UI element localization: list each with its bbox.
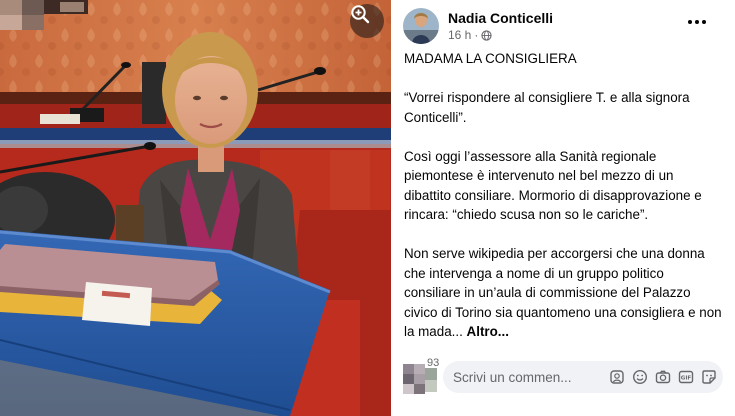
svg-text:GIF: GIF xyxy=(681,376,692,382)
commenter-avatar[interactable]: 93 xyxy=(403,357,440,394)
post-panel: Nadia Conticelli 16 h · MADAMA LA CONSIG… xyxy=(391,0,735,416)
post-paragraph: “Vorrei rispondere al consigliere T. e a… xyxy=(404,90,690,125)
comment-input[interactable]: Scrivi un commen... GIF xyxy=(443,361,723,393)
comment-count: 93 xyxy=(427,357,440,369)
post-paragraph: Così oggi l’assessore alla Sanità region… xyxy=(404,148,702,223)
post-photo[interactable] xyxy=(0,0,391,416)
post-paragraph: Non serve wikipedia per accorgersi che u… xyxy=(404,244,724,342)
author-name[interactable]: Nadia Conticelli xyxy=(448,10,553,26)
see-more-link[interactable]: Altro... xyxy=(467,324,509,339)
post-paragraph-text: Non serve wikipedia per accorgersi che u… xyxy=(404,246,722,339)
author-avatar[interactable] xyxy=(403,8,439,44)
sticker-icon[interactable] xyxy=(701,369,717,385)
post-header: Nadia Conticelli 16 h · xyxy=(403,6,723,46)
zoom-in-button[interactable] xyxy=(350,4,384,38)
council-room-photo xyxy=(0,0,391,416)
comment-placeholder: Scrivi un commen... xyxy=(453,369,572,385)
gif-icon[interactable]: GIF xyxy=(678,369,694,385)
blurred-avatar xyxy=(0,0,88,30)
post-meta: 16 h · xyxy=(448,28,553,42)
meta-separator: · xyxy=(474,28,479,42)
emoji-icon[interactable] xyxy=(632,369,648,385)
post-text: MADAMA LA CONSIGLIERA “Vorrei rispondere… xyxy=(404,49,724,361)
comment-tools: GIF xyxy=(609,369,717,385)
comment-composer: 93 Scrivi un commen... GIF xyxy=(403,357,723,394)
more-options-icon xyxy=(688,20,692,24)
post-time[interactable]: 16 h xyxy=(448,28,471,42)
zoom-in-icon xyxy=(351,5,370,24)
camera-icon[interactable] xyxy=(655,369,671,385)
globe-icon xyxy=(481,29,492,41)
post-paragraph: MADAMA LA CONSIGLIERA xyxy=(404,51,577,66)
more-options-button[interactable] xyxy=(685,14,709,30)
avatar-sticker-icon[interactable] xyxy=(609,369,625,385)
